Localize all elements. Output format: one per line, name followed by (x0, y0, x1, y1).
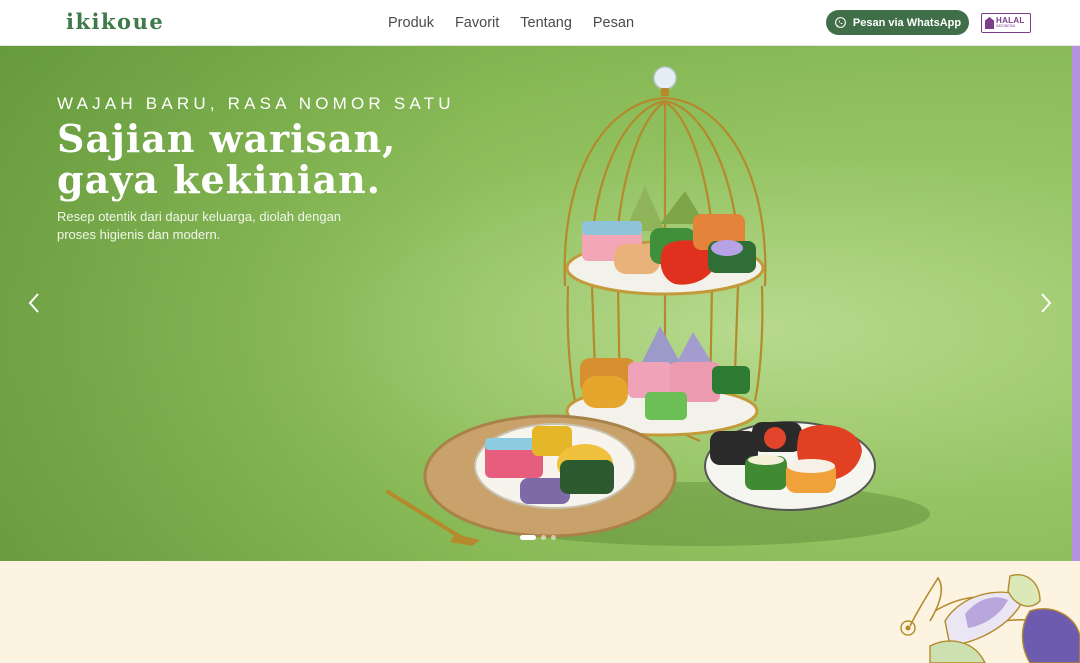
carousel-pagination (520, 535, 556, 540)
chevron-left-icon (28, 293, 39, 313)
hero-headline-line1: Sajian warisan, (57, 116, 397, 161)
hero-headline: Sajian warisan, gaya kekinian. (57, 118, 396, 200)
hero-carousel: WAJAH BARU, RASA NOMOR SATU Sajian waris… (0, 46, 1072, 561)
carousel-dot-2[interactable] (541, 535, 546, 540)
site-header: ikikoue Produk Favorit Tentang Pesan Pes… (0, 0, 1080, 46)
hero-eyebrow: WAJAH BARU, RASA NOMOR SATU (57, 94, 455, 113)
carousel-next-button[interactable] (1038, 290, 1054, 316)
nav-item-produk[interactable]: Produk (388, 15, 434, 31)
chevron-right-icon (1041, 293, 1052, 313)
decorative-flower-illustration (900, 574, 1080, 663)
brand-logo[interactable]: ikikoue (66, 9, 164, 34)
nav-item-pesan[interactable]: Pesan (593, 15, 634, 31)
nav-item-favorit[interactable]: Favorit (455, 15, 499, 31)
whatsapp-button-label: Pesan via WhatsApp (852, 16, 962, 29)
hero-headline-line2: gaya kekinian. (57, 157, 381, 202)
halal-mark-icon (985, 17, 994, 29)
side-accent-strip (1072, 46, 1080, 561)
whatsapp-order-button[interactable]: Pesan via WhatsApp (826, 10, 969, 35)
hero-subtext: Resep otentik dari dapur keluarga, diola… (57, 209, 342, 242)
carousel-dot-3[interactable] (551, 535, 556, 540)
nav-item-tentang[interactable]: Tentang (520, 15, 572, 31)
carousel-prev-button[interactable] (26, 290, 42, 316)
carousel-dot-1[interactable] (520, 535, 536, 540)
main-nav: Produk Favorit Tentang Pesan (388, 15, 634, 31)
halal-sublabel: INDONESIA (996, 24, 1016, 29)
halal-logo: HALAL INDONESIA (981, 13, 1031, 33)
whatsapp-icon (834, 17, 846, 28)
